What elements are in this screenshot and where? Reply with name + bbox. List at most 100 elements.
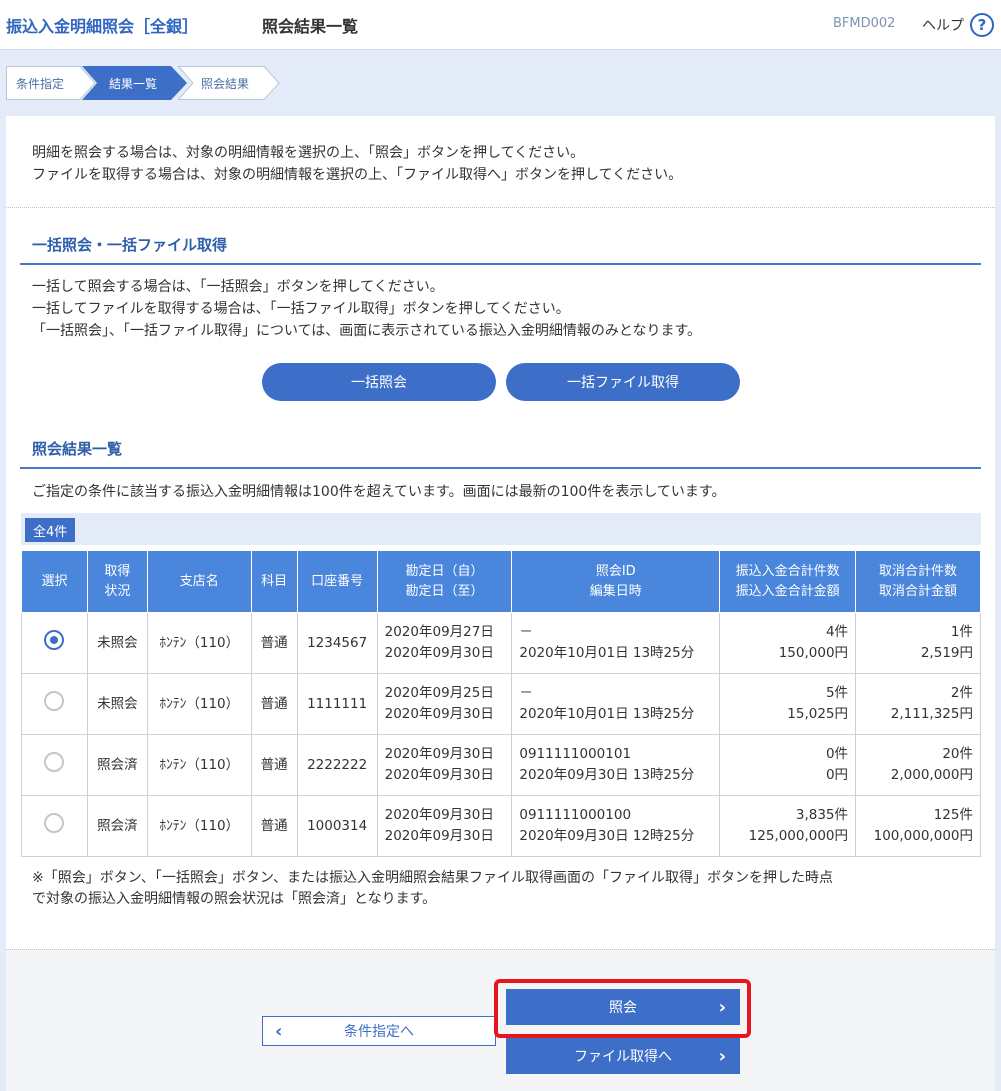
row-edited: 2020年10月01日 13時25分 bbox=[519, 706, 695, 722]
back-label: 条件指定へ bbox=[344, 1024, 414, 1040]
row-subject: 普通 bbox=[250, 673, 298, 735]
row-cancel-count: 20件 bbox=[942, 746, 973, 762]
row-date-to: 2020年09月30日 bbox=[384, 767, 494, 783]
col-status: 取得 状況 bbox=[86, 550, 148, 613]
row-deposit-amount: 150,000円 bbox=[778, 645, 849, 661]
col-account: 口座番号 bbox=[296, 550, 378, 613]
help-icon: ? bbox=[970, 13, 994, 37]
row-deposit-count: 4件 bbox=[825, 624, 849, 640]
row-status: 未照会 bbox=[86, 673, 148, 735]
results-message: ご指定の条件に該当する振込入金明細情報は100件を超えています。画面には最新の1… bbox=[32, 484, 726, 500]
table-row[interactable]: 照会済 ﾎﾝﾃﾝ（110） 普通 2222222 2020年09月30日 2020… bbox=[21, 734, 981, 796]
row-cancel-amount: 2,000,000円 bbox=[890, 767, 973, 783]
screen-id: BFMD002 bbox=[833, 16, 896, 31]
results-table: 選択 取得状況 支店名 科目 口座番号 勘定日（自） 勘定日（至） 照会ID 編集日… bbox=[21, 550, 981, 857]
row-date-to: 2020年09月30日 bbox=[384, 645, 494, 661]
status-note: ※「照会」ボタン、「一括照会」ボタン、または振込入金明細照会結果ファイル取得画面… bbox=[32, 868, 833, 910]
row-branch: ﾎﾝﾃﾝ（110） bbox=[146, 612, 252, 674]
bulk-inquiry-button[interactable]: 一括照会 bbox=[262, 363, 496, 401]
col-status-line2: 状況 bbox=[104, 583, 131, 599]
row-branch: ﾎﾝﾃﾝ（110） bbox=[146, 673, 252, 735]
row-date-from: 2020年09月30日 bbox=[384, 746, 494, 762]
back-to-conditions-button[interactable]: ‹ 条件指定へ bbox=[262, 1016, 496, 1046]
row-inquiry-id: － bbox=[519, 685, 533, 701]
step-label-results: 結果一覧 bbox=[109, 76, 158, 91]
count-badge: 全4件 bbox=[25, 518, 76, 542]
row-subject: 普通 bbox=[250, 734, 298, 796]
row-deposit-count: 0件 bbox=[825, 746, 849, 762]
col-subject: 科目 bbox=[250, 550, 298, 613]
row-deposit-count: 3,835件 bbox=[795, 807, 849, 823]
top-bar: 振込入金明細照会［全銀］ 照会結果一覧 BFMD002 ヘルプ ? bbox=[0, 0, 1001, 50]
row-cancel-amount: 2,519円 bbox=[920, 645, 973, 661]
table-row[interactable]: 未照会 ﾎﾝﾃﾝ（110） 普通 1111111 2020年09月25日 2020… bbox=[21, 673, 981, 735]
row-date-from: 2020年09月25日 bbox=[384, 685, 494, 701]
row-date-from: 2020年09月27日 bbox=[384, 624, 494, 640]
row-inquiry-id: 0911111000100 bbox=[519, 807, 632, 823]
row-status: 照会済 bbox=[86, 734, 148, 796]
col-select: 選択 bbox=[21, 550, 88, 613]
row-cancel-amount: 100,000,000円 bbox=[873, 828, 973, 844]
intro-line: ファイルを取得する場合は、対象の明細情報を選択の上、「ファイル取得へ」ボタンを押… bbox=[32, 167, 683, 183]
row-cancel-count: 2件 bbox=[950, 685, 973, 701]
row-date-to: 2020年09月30日 bbox=[384, 706, 494, 722]
row-deposit-amount: 0円 bbox=[825, 767, 849, 783]
row-radio[interactable] bbox=[44, 690, 65, 711]
bulk-description: 一括して照会する場合は、「一括照会」ボタンを押してください。 一括してファイルを… bbox=[32, 276, 701, 342]
row-account: 2222222 bbox=[296, 734, 378, 796]
page-title: 照会結果一覧 bbox=[262, 17, 359, 36]
bulk-line: 一括して照会する場合は、「一括照会」ボタンを押してください。 bbox=[32, 279, 444, 295]
intro-line: 明細を照会する場合は、対象の明細情報を選択の上、「照会」ボタンを押してください。 bbox=[32, 145, 585, 161]
row-account: 1234567 bbox=[296, 612, 378, 674]
row-deposit-amount: 125,000,000円 bbox=[748, 828, 849, 844]
help-label: ヘルプ bbox=[922, 18, 964, 34]
row-subject: 普通 bbox=[250, 612, 298, 674]
col-inquiry-id: 照会ID bbox=[595, 563, 636, 579]
row-account: 1111111 bbox=[296, 673, 378, 735]
col-date-from: 勘定日（自） bbox=[405, 563, 484, 579]
step-label-detail: 照会結果 bbox=[201, 76, 250, 91]
step-label-condition: 条件指定 bbox=[16, 76, 65, 91]
row-cancel-count: 125件 bbox=[933, 807, 973, 823]
col-dates: 勘定日（自） 勘定日（至） bbox=[376, 550, 513, 613]
help-link[interactable]: ヘルプ ? bbox=[922, 13, 994, 37]
row-cancel-count: 1件 bbox=[950, 624, 973, 640]
row-branch: ﾎﾝﾃﾝ（110） bbox=[146, 734, 252, 796]
row-date-from: 2020年09月30日 bbox=[384, 807, 494, 823]
bulk-line: 一括してファイルを取得する場合は、「一括ファイル取得」ボタンを押してください。 bbox=[32, 301, 570, 317]
file-acquire-button[interactable]: ファイル取得へ › bbox=[506, 1038, 740, 1074]
col-inquiry: 照会ID 編集日時 bbox=[511, 550, 721, 613]
row-account: 1000314 bbox=[296, 795, 378, 857]
table-row[interactable]: 照会済 ﾎﾝﾃﾝ（110） 普通 1000314 2020年09月30日 2020… bbox=[21, 795, 981, 857]
table-row[interactable]: 未照会 ﾎﾝﾃﾝ（110） 普通 1234567 2020年09月27日 2020… bbox=[21, 612, 981, 674]
row-radio[interactable] bbox=[44, 629, 65, 650]
col-deposit-count: 振込入金合計件数 bbox=[735, 563, 840, 579]
col-status-line1: 取得 bbox=[104, 563, 131, 579]
bulk-line: 「一括照会」、「一括ファイル取得」については、画面に表示されている振込入金明細情… bbox=[32, 323, 702, 339]
footer-actions: ‹ 条件指定へ 照会 › ファイル取得へ › bbox=[6, 949, 995, 1091]
intro-text: 明細を照会する場合は、対象の明細情報を選択の上、「照会」ボタンを押してください。… bbox=[32, 142, 682, 186]
row-edited: 2020年10月01日 13時25分 bbox=[519, 645, 695, 661]
row-deposit-count: 5件 bbox=[825, 685, 849, 701]
main-panel: 明細を照会する場合は、対象の明細情報を選択の上、「照会」ボタンを押してください。… bbox=[6, 116, 995, 1091]
table-header-row: 選択 取得状況 支店名 科目 口座番号 勘定日（自） 勘定日（至） 照会ID 編集日… bbox=[21, 550, 981, 613]
col-cancel-amount: 取消合計金額 bbox=[879, 583, 958, 599]
col-branch: 支店名 bbox=[146, 550, 252, 613]
step-detail: 照会結果 bbox=[178, 66, 280, 100]
divider bbox=[6, 207, 995, 208]
row-branch: ﾎﾝﾃﾝ（110） bbox=[146, 795, 252, 857]
note-line: ※「照会」ボタン、「一括照会」ボタン、または振込入金明細照会結果ファイル取得画面… bbox=[32, 870, 834, 886]
row-edited: 2020年09月30日 12時25分 bbox=[519, 828, 695, 844]
row-radio[interactable] bbox=[44, 812, 65, 833]
row-edited: 2020年09月30日 13時25分 bbox=[519, 767, 695, 783]
app-title: 振込入金明細照会［全銀］ bbox=[6, 17, 199, 36]
col-deposit: 振込入金合計件数 振込入金合計金額 bbox=[719, 550, 857, 613]
row-radio[interactable] bbox=[44, 751, 65, 772]
bulk-file-button[interactable]: 一括ファイル取得 bbox=[506, 363, 740, 401]
row-date-to: 2020年09月30日 bbox=[384, 828, 494, 844]
step-results: 結果一覧 bbox=[82, 66, 188, 100]
row-cancel-amount: 2,111,325円 bbox=[890, 706, 973, 722]
bulk-section-title: 一括照会・一括ファイル取得 bbox=[20, 234, 981, 265]
row-inquiry-id: 0911111000101 bbox=[519, 746, 632, 762]
chevron-left-icon: ‹ bbox=[275, 1020, 283, 1042]
